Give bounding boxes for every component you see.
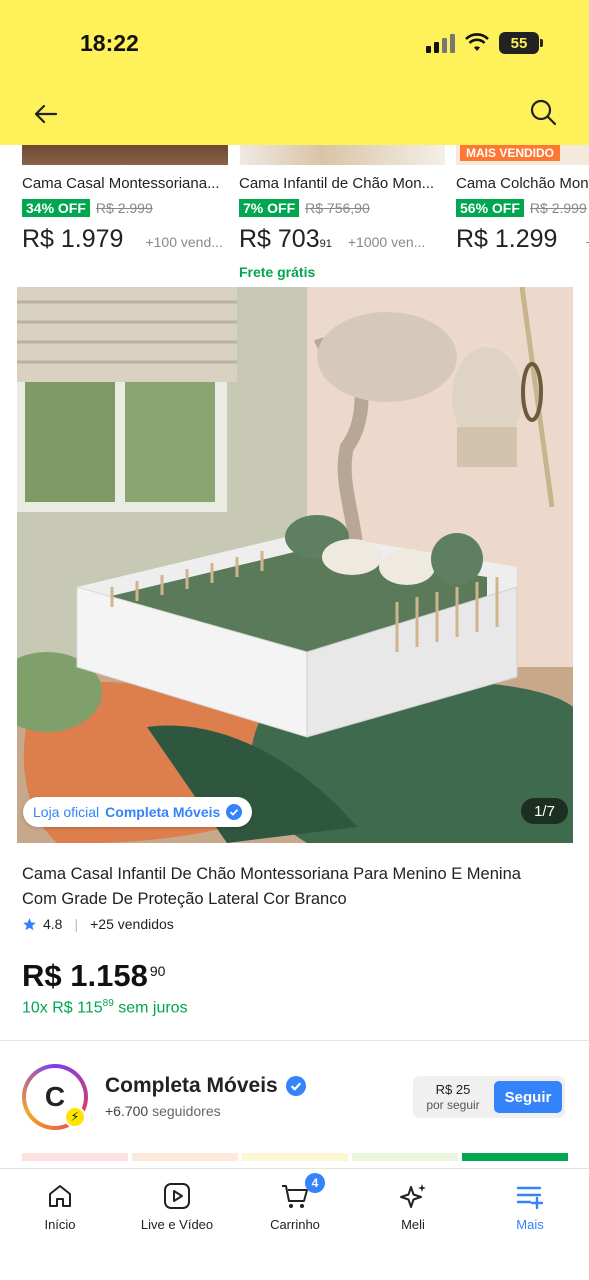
card-sold: + [585, 234, 589, 250]
followers-label: seguidores [152, 1103, 221, 1119]
card-title: Cama Colchão Mont [456, 175, 589, 192]
tab-label: Carrinho [270, 1217, 320, 1232]
cart-count-badge: 4 [305, 1173, 325, 1193]
bed-photo [17, 287, 573, 843]
menu-add-icon [516, 1186, 544, 1210]
seller-followers: +6.700 seguidores [105, 1103, 221, 1119]
followers-count: +6.700 [105, 1103, 149, 1119]
coupon-amount: R$ 25 [435, 1082, 471, 1097]
card-price: R$ 703 [239, 225, 320, 253]
related-card[interactable]: Cama Casal Montessoriana... 34% OFF R$ 2… [22, 175, 232, 254]
card-price-cents: 91 [319, 238, 332, 250]
play-icon [164, 1183, 190, 1209]
arrow-left-icon[interactable] [30, 98, 62, 130]
tab-live-video[interactable]: Live e Vídeo [122, 1181, 232, 1232]
reputation-bar-segment [242, 1153, 348, 1161]
best-seller-badge: MAIS VENDIDO [460, 145, 561, 161]
tab-meli[interactable]: Meli [358, 1181, 468, 1232]
official-store-badge[interactable]: Loja oficial Completa Móveis [23, 797, 253, 827]
card-price: R$ 1.299 [456, 225, 558, 253]
star-icon [23, 917, 36, 930]
image-counter: 1/7 [521, 798, 568, 824]
free-shipping: Frete grátis [239, 264, 316, 280]
reputation-bar-segment [462, 1153, 568, 1161]
tab-label: Meli [401, 1217, 425, 1232]
status-time: 18:22 [80, 30, 139, 56]
card-sold: +100 vend... [145, 234, 223, 250]
card-title: Cama Casal Montessoriana... [22, 175, 220, 192]
product-price: R$ 1.158 90 [22, 958, 165, 994]
related-card[interactable]: Cama Colchão Mont 56% OFF R$ 2.999 R$ 1.… [456, 175, 589, 254]
card-price: R$ 1.979 [22, 225, 124, 253]
seller-name-row[interactable]: Completa Móveis [105, 1074, 306, 1098]
home-icon [49, 1185, 71, 1207]
related-card[interactable]: Cama Infantil de Chão Mon... 7% OFF R$ 7… [239, 175, 449, 280]
reputation-bar-segment [132, 1153, 238, 1161]
verified-icon [285, 1076, 306, 1096]
divider [0, 1040, 589, 1041]
tab-label: Mais [516, 1217, 544, 1232]
battery-icon: 55 [499, 32, 543, 54]
tab-label: Live e Vídeo [140, 1217, 214, 1232]
bottom-tab-bar: Início Live e Vídeo 4 Carrinho Meli Mais [0, 1168, 589, 1280]
old-price: R$ 756,90 [305, 200, 370, 216]
installments-cents: 89 [102, 998, 114, 1009]
discount-badge: 34% OFF [22, 199, 90, 217]
installments-prefix: 10x R$ 115 [22, 999, 103, 1017]
follow-button[interactable]: Seguir [494, 1081, 562, 1113]
signal-icon [426, 33, 455, 53]
app-header: 18:22 55 [0, 0, 589, 145]
installments-suffix: sem juros [113, 999, 188, 1017]
related-thumb[interactable] [22, 145, 228, 165]
product-title: Cama Casal Infantil De Chão Montessorian… [22, 865, 521, 908]
old-price: R$ 2.999 [95, 200, 153, 216]
sparkle-icon [400, 1184, 426, 1208]
product-image[interactable] [17, 287, 573, 843]
rating-row[interactable]: 4.8 | +25 vendidos [22, 916, 174, 932]
tab-inicio[interactable]: Início [5, 1181, 115, 1232]
reputation-bar-segment [22, 1153, 128, 1161]
card-title: Cama Infantil de Chão Mon... [239, 175, 435, 192]
related-carousel[interactable]: MAIS VENDIDO Cama Casal Montessoriana...… [0, 145, 589, 285]
official-store-prefix: Loja oficial [33, 804, 100, 820]
status-icons: 55 [426, 32, 543, 54]
card-sold: +1000 ven... [347, 234, 426, 250]
price-value: R$ 1.158 [22, 958, 148, 993]
discount-badge: 7% OFF [239, 199, 300, 217]
tab-carrinho[interactable]: 4 Carrinho [240, 1173, 350, 1232]
tab-label: Início [44, 1217, 76, 1232]
sold-count: +25 vendidos [90, 916, 174, 932]
seller-name: Completa Móveis [105, 1074, 278, 1097]
discount-badge: 56% OFF [456, 199, 524, 217]
official-store-name: Completa Móveis [105, 804, 221, 820]
rating-separator: | [74, 916, 79, 932]
rating-value: 4.8 [43, 916, 63, 932]
price-cents: 90 [149, 963, 166, 979]
installments: 10x R$ 11589 sem juros [22, 998, 188, 1017]
search-icon[interactable] [527, 96, 559, 128]
verified-icon [226, 804, 243, 820]
coupon-label: por seguir [426, 1098, 480, 1112]
lightning-icon: ⚡ [64, 1106, 86, 1128]
wifi-icon [465, 33, 489, 51]
old-price: R$ 2.999 [529, 200, 587, 216]
reputation-bar-segment [352, 1153, 458, 1161]
related-thumb[interactable] [240, 145, 445, 165]
tab-mais[interactable]: Mais [475, 1181, 585, 1232]
